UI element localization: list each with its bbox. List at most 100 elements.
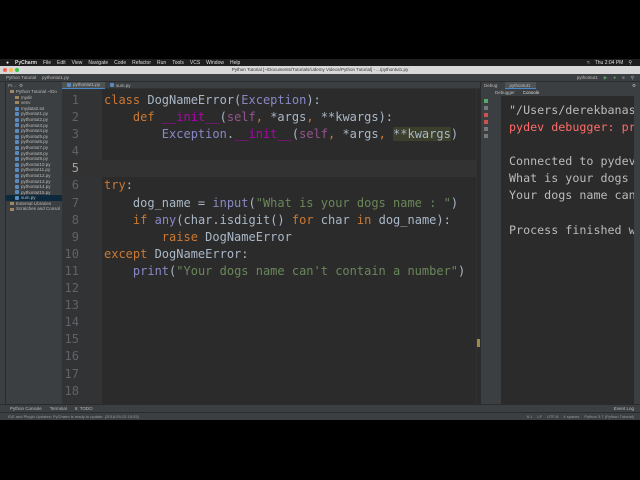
code-line[interactable]: 3 Exception.__init__(self, *args, **kwar… <box>62 126 480 143</box>
macos-menu-bar: ● PyCharm File Edit View Navigate Code Refact… <box>0 59 640 66</box>
code-token: *args <box>342 127 379 142</box>
search-everywhere-icon[interactable]: ⚲ <box>631 75 634 81</box>
code-token: : <box>125 178 133 193</box>
line-number: 7 <box>71 195 79 210</box>
run-icon[interactable]: ▶ <box>604 75 607 81</box>
code-line[interactable]: 5 <box>62 160 480 178</box>
run-config-select[interactable]: pythontut1 <box>577 75 598 80</box>
menu-edit[interactable]: Edit <box>57 60 66 66</box>
line-number: 8 <box>71 212 79 227</box>
python-file-icon <box>15 151 19 156</box>
code-line[interactable]: 11 print("Your dogs name can't contain a… <box>62 263 480 280</box>
menu-tools[interactable]: Tools <box>172 60 184 66</box>
project-panel: Pr... ⚙ Python Tutorial ~/Do mydir venv myda… <box>6 82 62 404</box>
apple-icon[interactable]: ● <box>6 60 9 66</box>
code-line[interactable]: 17 <box>62 366 480 383</box>
encoding[interactable]: UTF-8 <box>547 414 558 419</box>
debug-toolbar <box>481 96 501 404</box>
code-token: raise <box>161 229 206 244</box>
project-view-select[interactable]: Pr... <box>8 83 16 88</box>
menu-app[interactable]: PyCharm <box>15 60 37 66</box>
menu-refactor[interactable]: Refactor <box>132 60 151 66</box>
code-line[interactable]: 2 def __init__(self, *args, **kwargs): <box>62 109 480 126</box>
menu-help[interactable]: Help <box>230 60 240 66</box>
todo-button[interactable]: 6: TODO <box>75 406 93 411</box>
menu-navigate[interactable]: Navigate <box>88 60 108 66</box>
python-file-icon <box>15 145 19 150</box>
breadcrumb-project[interactable]: Python Tutorial <box>6 75 36 80</box>
python-file-icon <box>15 140 19 145</box>
code-line[interactable]: 6 try: <box>62 177 480 194</box>
editor-tab[interactable]: sum.py <box>105 82 136 89</box>
close-button[interactable] <box>3 68 7 72</box>
line-number: 15 <box>64 332 79 347</box>
indent[interactable]: 4 spaces <box>563 414 579 419</box>
menu-view[interactable]: View <box>72 60 83 66</box>
code-editor[interactable]: pythontut1.py sum.py 1 class DogNameError(… <box>62 81 480 404</box>
code-line[interactable]: 15 <box>62 331 480 348</box>
tool-window-bar: Python Console Terminal 6: TODO Event Lo… <box>0 404 640 412</box>
settings-icon[interactable] <box>484 134 488 138</box>
zoom-button[interactable] <box>15 68 19 72</box>
code-line[interactable]: 1 class DogNameError(Exception): <box>62 92 480 109</box>
code-line[interactable]: 18 <box>62 383 480 400</box>
python-file-icon <box>15 128 19 133</box>
code-line[interactable]: 16 <box>62 348 480 365</box>
pycharm-window: ● PyCharm File Edit View Navigate Code Refact… <box>0 59 640 420</box>
menu-window[interactable]: Window <box>206 60 224 66</box>
menu-run[interactable]: Run <box>157 60 166 66</box>
breakpoint-icon[interactable] <box>484 113 488 117</box>
resume-icon[interactable] <box>484 106 488 110</box>
tab-label: sum.py <box>116 82 131 88</box>
interpreter[interactable]: Python 3.7 (Python Tutorial) <box>584 414 634 419</box>
breadcrumb-file[interactable]: pythontut1.py <box>42 75 69 80</box>
rerun-icon[interactable] <box>484 99 488 103</box>
folder-icon <box>10 207 14 211</box>
console-output[interactable]: "/Users/derekbanas pydev debugger: pr Conn… <box>501 96 634 404</box>
code-line[interactable]: 13 <box>62 297 480 314</box>
code-token: def <box>132 110 162 125</box>
minimize-button[interactable] <box>9 68 13 72</box>
line-number: 11 <box>64 263 79 278</box>
editor-tab[interactable]: pythontut1.py <box>62 81 106 89</box>
stop-icon[interactable]: ■ <box>622 75 625 80</box>
code-token: self <box>299 127 328 142</box>
tab-label: pythontut1.py <box>73 82 101 87</box>
event-log-button[interactable]: Event Log <box>614 406 640 411</box>
settings-icon[interactable]: ⚙ <box>19 83 23 89</box>
clock[interactable]: Thu 2:04 PM <box>595 60 624 66</box>
code-token: input <box>212 195 249 210</box>
code-line[interactable]: 8 if any(char.isdigit() for char in dog_… <box>62 212 480 229</box>
debug-tab[interactable]: pythontut1 <box>504 82 536 89</box>
gear-icon[interactable]: ⚙ <box>632 83 640 89</box>
code-line[interactable]: 9 raise DogNameError <box>62 229 480 246</box>
caret-position[interactable]: 6:1 <box>527 414 533 419</box>
debug-icon[interactable]: ● <box>613 75 616 80</box>
tab-debugger[interactable]: Debugger <box>495 90 515 95</box>
python-file-icon <box>15 190 19 195</box>
mute-breakpoints-icon[interactable] <box>484 120 488 124</box>
python-console-button[interactable]: Python Console <box>10 406 42 411</box>
code-line[interactable]: 10 except DogNameError: <box>62 246 480 263</box>
tree-item[interactable]: Scratches and Consol <box>6 206 62 212</box>
code-token: DogNameError <box>205 229 292 244</box>
code-line[interactable]: 12 <box>62 280 480 297</box>
console-scrollbar[interactable] <box>634 96 640 404</box>
tab-console[interactable]: Console <box>523 90 540 95</box>
code-token: if <box>132 212 155 227</box>
search-icon[interactable]: ⚲ <box>628 60 632 66</box>
wifi-icon[interactable]: ≈ <box>587 60 590 66</box>
python-file-icon <box>15 134 19 139</box>
code-line[interactable]: 7 dog_name = input("What is your dogs na… <box>62 195 480 212</box>
code-line[interactable]: 14 <box>62 314 480 331</box>
line-ending[interactable]: LF <box>537 414 542 419</box>
terminal-button[interactable]: Terminal <box>50 406 67 411</box>
code-line[interactable]: 4 <box>62 143 480 160</box>
menu-vcs[interactable]: VCS <box>190 60 200 66</box>
status-bar: IDE and Plugin Updates: PyCharm is ready… <box>0 412 640 420</box>
status-message[interactable]: IDE and Plugin Updates: PyCharm is ready… <box>8 414 139 419</box>
menu-file[interactable]: File <box>43 60 51 66</box>
search-icon[interactable] <box>484 127 488 131</box>
menu-code[interactable]: Code <box>114 60 126 66</box>
window-title: Python Tutorial [~/Documents/Tutorials/U… <box>231 67 409 72</box>
